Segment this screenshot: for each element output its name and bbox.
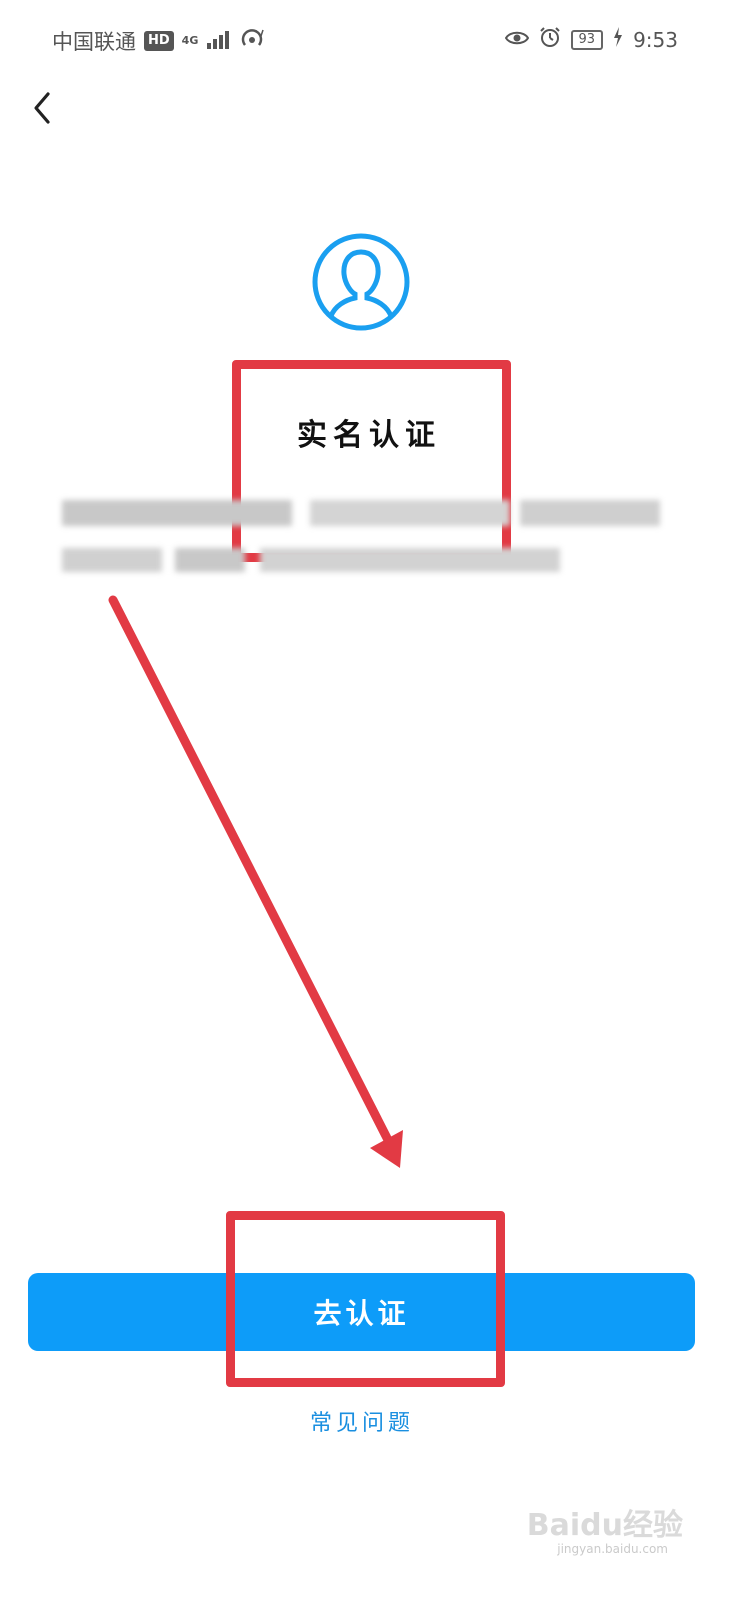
user-avatar-icon [311,232,411,332]
status-bar-left: 中国联通 HD 4G [52,26,266,56]
eye-icon [504,28,529,52]
status-bar: 中国联通 HD 4G 93 9:53 [0,0,738,80]
baidu-watermark: Baidu经验 [526,1508,683,1543]
alarm-icon [539,26,561,53]
faq-link[interactable]: 常见问题 [260,1405,464,1437]
status-bar-right: 93 9:53 [504,26,678,53]
watermark-url: jingyan.baidu.com [557,1542,668,1556]
back-button[interactable] [26,86,70,130]
battery-indicator: 93 [570,29,604,50]
annotation-box-button [226,1211,505,1387]
signal-icon [206,29,232,54]
carrier-name: 中国联通 [52,30,136,54]
blurred-description [50,490,690,600]
charging-icon [613,27,623,52]
hotspot-icon [240,28,266,55]
chevron-left-icon [34,92,50,124]
clock-time: 9:53 [633,27,678,52]
network-type: 4G [181,34,199,47]
hd-badge: HD [144,31,174,51]
